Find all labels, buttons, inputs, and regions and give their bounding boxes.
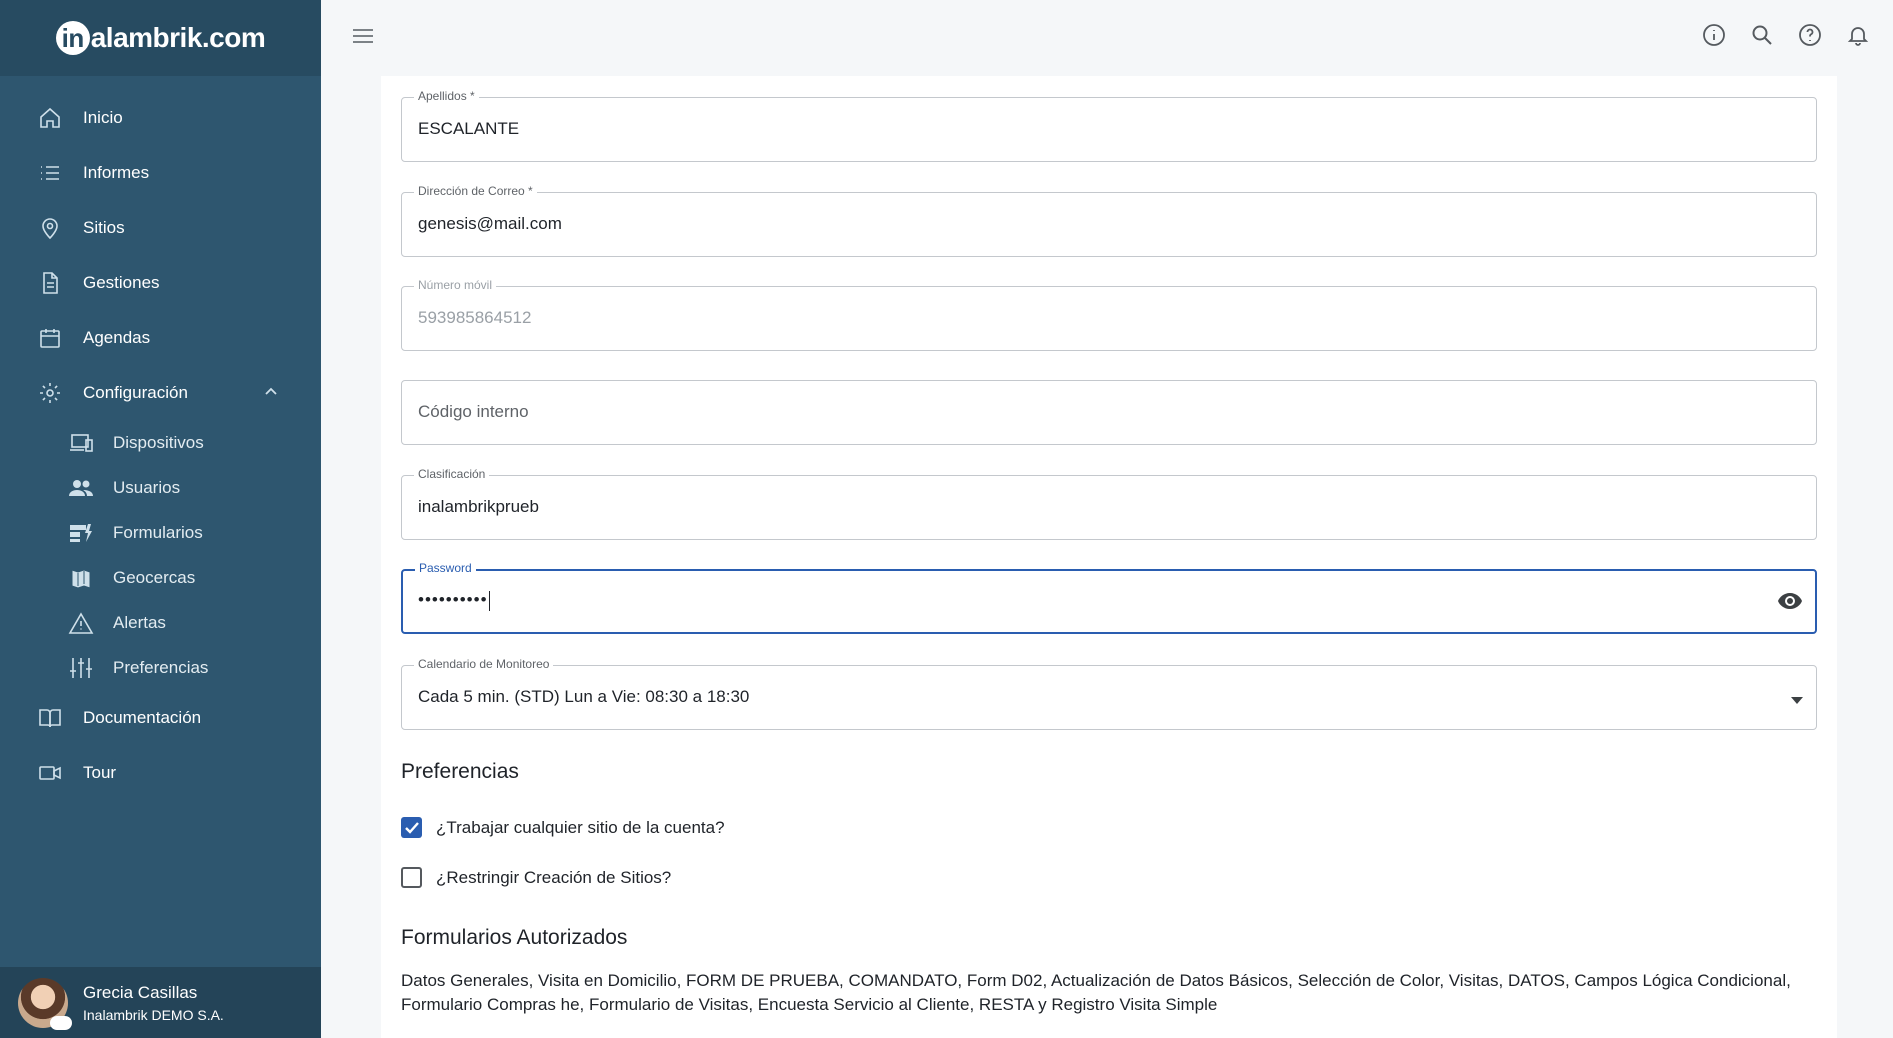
field-label: Calendario de Monitoreo <box>414 657 554 671</box>
sidebar-subitem-geocercas[interactable]: Geocercas <box>0 555 321 600</box>
list-icon <box>38 161 62 185</box>
eye-icon[interactable] <box>1777 591 1803 616</box>
sidebar-subitem-preferencias[interactable]: Preferencias <box>0 645 321 690</box>
users-icon <box>68 476 94 500</box>
chevron-up-icon[interactable] <box>263 384 279 405</box>
user-profile[interactable]: Grecia Casillas Inalambrik DEMO S.A. <box>0 967 321 1038</box>
checkbox-label: ¿Restringir Creación de Sitios? <box>436 867 672 887</box>
field-placeholder: Código interno <box>418 402 529 421</box>
field-value: 593985864512 <box>418 308 532 327</box>
sidebar-subitem-label: Dispositivos <box>113 432 204 452</box>
field-value: ESCALANTE <box>418 119 520 138</box>
sidebar-item-documentacion[interactable]: Documentación <box>0 690 321 745</box>
hamburger-menu-icon[interactable] <box>351 24 375 53</box>
field-label: Password <box>415 561 476 575</box>
field-label: Número móvil <box>414 278 497 292</box>
monitoring-calendar-select[interactable]: Calendario de Monitoreo Cada 5 min. (STD… <box>401 657 1817 730</box>
authorized-forms-title: Formularios Autorizados <box>401 926 628 949</box>
warning-icon <box>68 611 94 635</box>
email-field[interactable]: Dirección de Correo * genesis@mail.com <box>401 184 1817 257</box>
preferences-title: Preferencias <box>401 760 519 783</box>
authorized-forms-list: Datos Generales, Visita en Domicilio, FO… <box>401 971 1791 1014</box>
text-cursor <box>488 590 490 611</box>
sidebar-subitem-alertas[interactable]: Alertas <box>0 600 321 645</box>
checkbox-checked-icon[interactable] <box>401 817 422 838</box>
classification-field[interactable]: Clasificación inalambrikprueb <box>401 467 1817 540</box>
checkbox-label: ¿Trabajar cualquier sitio de la cuenta? <box>436 817 725 837</box>
sidebar-subitem-label: Usuarios <box>113 477 181 497</box>
sidebar-item-tour[interactable]: Tour <box>0 745 321 800</box>
sidebar-item-label: Agendas <box>83 327 151 347</box>
password-field[interactable]: Password •••••••••• <box>401 561 1817 634</box>
sidebar-subitem-label: Formularios <box>113 522 203 542</box>
sidebar-subitem-label: Alertas <box>113 612 166 632</box>
sidebar-item-sitios[interactable]: Sitios <box>0 200 321 255</box>
gear-icon <box>38 381 62 405</box>
sidebar-item-inicio[interactable]: Inicio <box>0 90 321 145</box>
field-label: Apellidos * <box>414 89 479 103</box>
internal-code-field[interactable]: Código interno <box>401 380 1817 445</box>
map-icon <box>68 566 94 590</box>
location-pin-icon <box>38 216 62 240</box>
sidebar-subitem-formularios[interactable]: Formularios <box>0 510 321 555</box>
calendar-icon <box>38 326 62 350</box>
help-icon[interactable] <box>1797 22 1823 48</box>
dropdown-arrow-icon[interactable] <box>1790 692 1804 710</box>
video-camera-icon <box>38 761 62 785</box>
sidebar: in alambrik.com Inicio Informes Sitios G… <box>0 0 321 1038</box>
sidebar-item-informes[interactable]: Informes <box>0 145 321 200</box>
sliders-icon <box>68 656 94 680</box>
search-icon[interactable] <box>1749 22 1775 48</box>
checkbox-unchecked-icon[interactable] <box>401 867 422 888</box>
bell-icon[interactable] <box>1845 22 1871 48</box>
field-value: inalambrikprueb <box>418 497 539 516</box>
sidebar-item-label: Documentación <box>83 707 202 727</box>
dynamic-form-icon <box>68 521 94 545</box>
sidebar-item-label: Gestiones <box>83 272 160 292</box>
sidebar-subitem-dispositivos[interactable]: Dispositivos <box>0 420 321 465</box>
sidebar-item-label: Tour <box>83 762 117 782</box>
sidebar-item-configuracion[interactable]: Configuración <box>0 365 321 420</box>
checkbox-restrict-site-creation[interactable]: ¿Restringir Creación de Sitios? <box>401 867 671 888</box>
user-edit-form: Apellidos * ESCALANTE Dirección de Corre… <box>381 76 1837 1038</box>
mobile-number-field: Número móvil 593985864512 <box>401 278 1817 351</box>
checkbox-work-any-site[interactable]: ¿Trabajar cualquier sitio de la cuenta? <box>401 817 725 838</box>
field-label: Dirección de Correo * <box>414 184 537 198</box>
sidebar-item-agendas[interactable]: Agendas <box>0 310 321 365</box>
top-bar <box>321 0 1893 72</box>
devices-icon <box>68 431 94 455</box>
status-cloud-icon <box>50 1015 72 1030</box>
field-value: Cada 5 min. (STD) Lun a Vie: 08:30 a 18:… <box>418 687 750 706</box>
field-label: Clasificación <box>414 467 490 481</box>
document-icon <box>38 271 62 295</box>
avatar <box>18 977 72 1030</box>
app-logo[interactable]: in alambrik.com <box>55 21 266 55</box>
user-organization: Inalambrik DEMO S.A. <box>83 1006 224 1023</box>
sidebar-item-label: Inicio <box>83 107 123 127</box>
top-icons <box>1701 22 1871 48</box>
sidebar-subitem-usuarios[interactable]: Usuarios <box>0 465 321 510</box>
field-value: •••••••••• <box>418 590 488 609</box>
home-icon <box>38 106 62 130</box>
book-icon <box>38 706 62 730</box>
field-value: genesis@mail.com <box>418 214 562 233</box>
sidebar-subitem-label: Geocercas <box>113 567 196 587</box>
info-icon[interactable] <box>1701 22 1727 48</box>
sidebar-item-label: Sitios <box>83 217 125 237</box>
sidebar-item-label: Informes <box>83 162 150 182</box>
sidebar-subitem-label: Preferencias <box>113 657 209 677</box>
sidebar-item-label: Configuración <box>83 382 188 402</box>
apellidos-field[interactable]: Apellidos * ESCALANTE <box>401 89 1817 162</box>
sidebar-nav: Inicio Informes Sitios Gestiones Agendas <box>0 76 321 800</box>
sidebar-item-gestiones[interactable]: Gestiones <box>0 255 321 310</box>
logo-bar: in alambrik.com <box>0 0 321 76</box>
user-name: Grecia Casillas <box>83 982 198 1002</box>
